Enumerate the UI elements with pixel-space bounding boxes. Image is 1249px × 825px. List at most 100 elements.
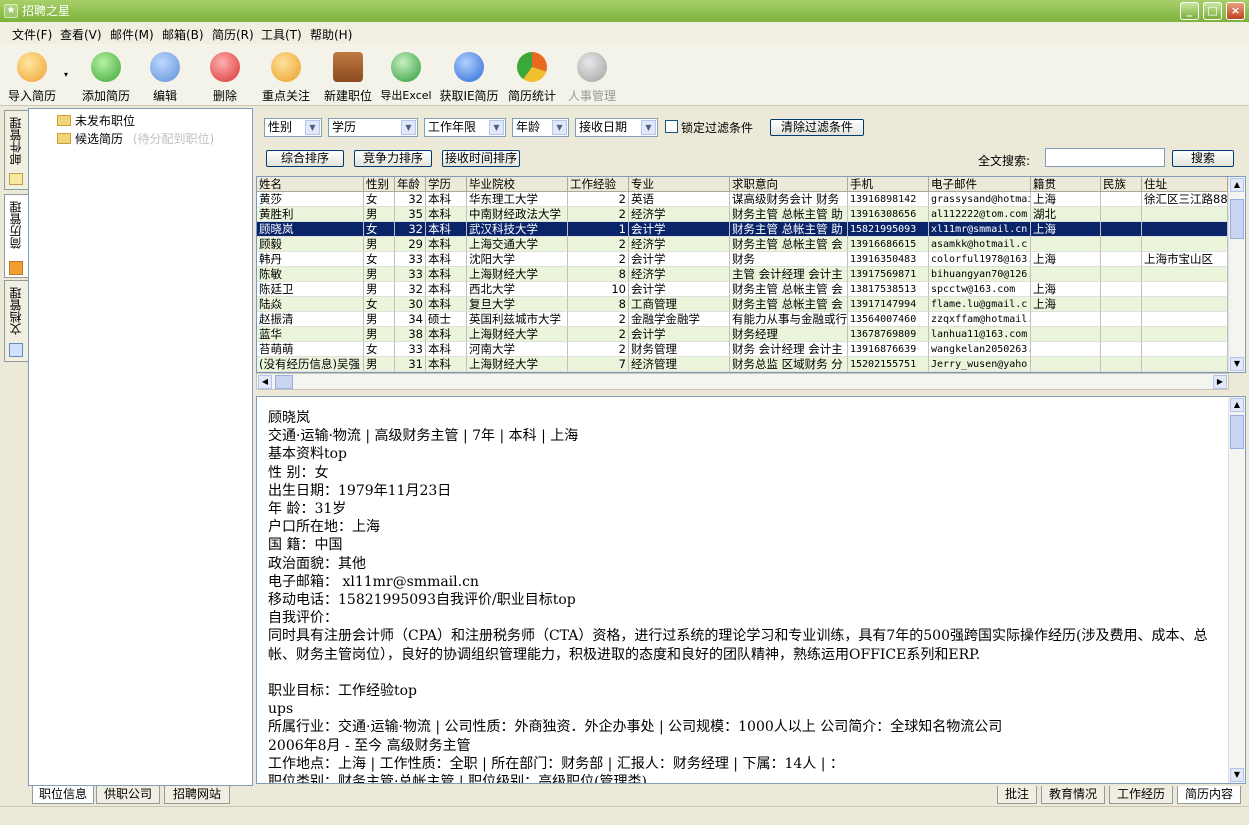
lock-filter-label: 锁定过滤条件 (681, 121, 754, 135)
column-header-education[interactable]: 学历 (426, 177, 467, 192)
table-row[interactable]: 苔萌萌女 33 本科 河南大学 2 财务管理 财务 会计经理 会计主 13916876639 w… (257, 342, 1228, 357)
column-header-phone[interactable]: 手机 (848, 177, 929, 192)
scroll-left-icon[interactable]: ◀ (258, 375, 272, 389)
cell-email: al112222@tom.com (929, 207, 1031, 222)
add-resume-button[interactable]: 添加简历 (78, 48, 134, 104)
cell-education: 本科 (426, 237, 467, 252)
tab-recruit-sites[interactable]: 招聘网站 (164, 786, 230, 804)
age-select[interactable]: 年龄 ▼ (512, 118, 569, 137)
menu-view[interactable]: 查看(V) (60, 26, 102, 43)
gender-select[interactable]: 性别 ▼ (264, 118, 322, 137)
close-button[interactable]: × (1226, 2, 1245, 20)
cell-gender: 男 (364, 282, 395, 297)
date-select[interactable]: 接收日期 ▼ (575, 118, 658, 137)
cell-experience: 8 (568, 297, 629, 312)
hr-management-button[interactable]: 人事管理 (565, 48, 619, 104)
menu-file[interactable]: 文件(F) (12, 26, 52, 43)
table-row[interactable]: 陈敏男 33 本科 上海财经大学 8 经济学 主管 会计经理 会计主 13917569871 b… (257, 267, 1228, 282)
tab-resume-label: 简历管理 (9, 201, 23, 249)
scroll-down-icon[interactable]: ▼ (1230, 768, 1244, 782)
scroll-thumb[interactable] (275, 375, 293, 389)
tree-node-unpublished[interactable]: 未发布职位 (57, 112, 135, 129)
table-row[interactable]: 陈廷卫男 32 本科 西北大学 10 会计学 财务主管 总帐主管 会 13817538513 s… (257, 282, 1228, 297)
table-row[interactable]: 黄莎女 32 本科 华东理工大学 2 英语 谋高级财务会计 财务 13916898142 gra… (257, 192, 1228, 207)
table-row[interactable]: 顾晓岚女 32 本科 武汉科技大学 1 会计学 财务主管 总帐主管 助 15821995093… (257, 222, 1228, 237)
column-header-ethnicity[interactable]: 民族 (1101, 177, 1142, 192)
minimize-button[interactable]: _ (1180, 2, 1199, 20)
search-button[interactable]: 搜索 (1172, 150, 1234, 167)
table-row[interactable]: 顾毅男 29 本科 上海交通大学 2 经济学 财务主管 总帐主管 会 13916686615 a… (257, 237, 1228, 252)
resume-stats-button[interactable]: 简历统计 (505, 48, 559, 104)
column-header-name[interactable]: 姓名 (257, 177, 364, 192)
cell-address (1142, 237, 1228, 252)
export-excel-button[interactable]: 导出Excel (378, 48, 434, 104)
table-horizontal-scrollbar[interactable]: ◀ ▶ (256, 373, 1229, 390)
edit-button[interactable]: 编辑 (142, 48, 188, 104)
cell-intention: 财务总监 区域财务 分 (730, 357, 848, 372)
cell-education: 本科 (426, 357, 467, 372)
tab-position-info[interactable]: 职位信息 (32, 786, 94, 804)
detail-vertical-scrollbar[interactable]: ▲ ▼ (1228, 397, 1245, 783)
scroll-right-icon[interactable]: ▶ (1213, 375, 1227, 389)
focus-button[interactable]: 重点关注 (258, 48, 314, 104)
left-vertical-tabs: 邮件管理 简历管理 文档管理 (4, 110, 28, 800)
column-header-intention[interactable]: 求职意向 (730, 177, 848, 192)
table-row[interactable]: 黄胜利男 35 本科 中南财经政法大学 2 经济学 财务主管 总帐主管 助 139163086… (257, 207, 1228, 222)
new-position-button[interactable]: 新建职位 (320, 48, 376, 104)
maximize-button[interactable]: □ (1203, 2, 1222, 20)
column-header-age[interactable]: 年龄 (395, 177, 426, 192)
clear-filters-button[interactable]: 清除过滤条件 (770, 119, 864, 136)
delete-button[interactable]: 删除 (202, 48, 248, 104)
search-input[interactable] (1045, 148, 1165, 167)
menu-help[interactable]: 帮助(H) (310, 26, 352, 43)
menu-mail[interactable]: 邮件(M) (110, 26, 154, 43)
sort-composite-button[interactable]: 综合排序 (266, 150, 344, 167)
table-row[interactable]: 赵振清男 34 硕士 英国利兹城市大学 2 金融学金融学 有能力从事与金融或行 1356400… (257, 312, 1228, 327)
get-ie-resume-button[interactable]: 获取IE简历 (437, 48, 501, 104)
column-header-gender[interactable]: 性别 (364, 177, 395, 192)
table-row[interactable]: 蓝华男 38 本科 上海财经大学 2 会计学 财务经理 13678769809 lanhua11… (257, 327, 1228, 342)
cell-ethnicity (1101, 282, 1142, 297)
cell-phone: 13917147994 (848, 297, 929, 312)
menu-resume[interactable]: 简历(R) (212, 26, 254, 43)
cell-school: 复旦大学 (467, 297, 568, 312)
column-header-experience[interactable]: 工作经验 (568, 177, 629, 192)
column-header-hometown[interactable]: 籍贯 (1031, 177, 1101, 192)
column-header-email[interactable]: 电子邮件 (929, 177, 1031, 192)
import-resume-button[interactable]: 导入简历 (4, 48, 60, 104)
tab-work-experience[interactable]: 工作经历 (1109, 786, 1173, 804)
tab-education[interactable]: 教育情况 (1041, 786, 1105, 804)
cell-intention: 财务主管 总帐主管 会 (730, 237, 848, 252)
cell-experience: 2 (568, 327, 629, 342)
scroll-down-icon[interactable]: ▼ (1230, 357, 1244, 371)
scroll-thumb[interactable] (1230, 199, 1244, 239)
table-row[interactable]: (没有经历信息)吴强男 31 本科 上海财经大学 7 经济管理 财务总监 区域财务 分 152… (257, 357, 1228, 372)
sort-competitiveness-button[interactable]: 竞争力排序 (354, 150, 432, 167)
table-row[interactable]: 韩丹女 33 本科 沈阳大学 2 会计学 财务 13916350483 colorful1978… (257, 252, 1228, 267)
education-select[interactable]: 学历 ▼ (328, 118, 418, 137)
tab-resume-content[interactable]: 简历内容 (1177, 786, 1241, 804)
column-header-major[interactable]: 专业 (629, 177, 730, 192)
resume-detail-panel: 顾晓岚 交通·运输·物流 | 高级财务主管 | 7年 | 本科 | 上海 基本资料t… (256, 396, 1246, 784)
experience-select[interactable]: 工作年限 ▼ (424, 118, 506, 137)
column-header-address[interactable]: 住址 (1142, 177, 1228, 192)
cell-education: 本科 (426, 297, 467, 312)
column-header-school[interactable]: 毕业院校 (467, 177, 568, 192)
scroll-up-icon[interactable]: ▲ (1230, 178, 1244, 192)
scroll-thumb[interactable] (1230, 415, 1244, 449)
cell-age: 38 (395, 327, 426, 342)
tab-comments[interactable]: 批注 (997, 786, 1037, 804)
sort-time-button[interactable]: 接收时间排序 (442, 150, 520, 167)
lock-filter-checkbox[interactable] (665, 120, 678, 133)
table-vertical-scrollbar[interactable]: ▲ ▼ (1228, 177, 1245, 372)
tab-employer-company[interactable]: 供职公司 (96, 786, 160, 804)
menu-tools[interactable]: 工具(T) (261, 26, 302, 43)
tree-node-candidates[interactable]: 候选简历 (待分配到职位) (57, 130, 214, 147)
tab-document-management[interactable]: 文档管理 (4, 280, 28, 362)
tab-mail-management[interactable]: 邮件管理 (4, 110, 28, 190)
menu-mailbox[interactable]: 邮箱(B) (162, 26, 204, 43)
table-row[interactable]: 陆焱女 30 本科 复旦大学 8 工商管理 财务主管 总帐主管 会 13917147994 fl… (257, 297, 1228, 312)
import-dropdown-arrow[interactable]: ▾ (62, 48, 72, 104)
scroll-up-icon[interactable]: ▲ (1230, 398, 1244, 412)
tab-resume-management[interactable]: 简历管理 (4, 194, 28, 278)
